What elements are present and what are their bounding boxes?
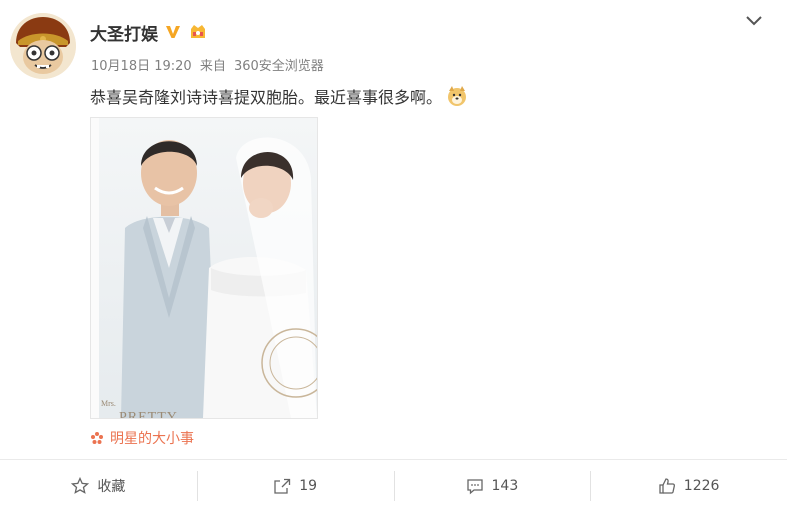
avatar-monkey-king-image: [10, 13, 76, 79]
author-name[interactable]: 大圣打娱: [90, 20, 158, 45]
avatar[interactable]: [10, 13, 76, 79]
repost-count: 19: [299, 478, 318, 494]
favorite-button[interactable]: 收藏: [0, 467, 197, 505]
more-options-button[interactable]: [743, 10, 765, 32]
like-button[interactable]: 1226: [590, 467, 787, 505]
post-image[interactable]: Mrs. PRETTY: [90, 117, 318, 419]
share-icon: [274, 478, 291, 494]
author-row: 大圣打娱: [90, 20, 208, 45]
comment-button[interactable]: 143: [393, 467, 591, 505]
topic-label: 明星的大小事: [110, 431, 194, 447]
comment-count: 143: [491, 478, 519, 494]
doge-emoji-icon: [446, 85, 468, 107]
photo-text-pretty: PRETTY: [119, 410, 178, 418]
comment-icon: [466, 479, 483, 495]
source-prefix: 来自: [199, 59, 226, 74]
vip-member-icon[interactable]: [188, 22, 208, 42]
favorite-label: 收藏: [97, 479, 126, 495]
action-bar: 收藏 19 143 1226: [0, 467, 787, 505]
photo-text-mrs: Mrs.: [101, 399, 116, 408]
post-meta: 10月18日 19:20 来自 360安全浏览器: [91, 55, 328, 74]
wedding-photo: Mrs. PRETTY: [91, 118, 317, 418]
post-text: 恭喜吴奇隆刘诗诗喜提双胞胎。最近喜事很多啊。: [90, 84, 468, 108]
star-icon: [71, 477, 90, 494]
thumbs-up-icon: [659, 478, 675, 494]
verified-v-icon[interactable]: [164, 23, 182, 41]
actions-divider: [0, 459, 787, 460]
chevron-down-icon: [746, 16, 762, 26]
post-source[interactable]: 360安全浏览器: [234, 59, 324, 74]
topic-link[interactable]: 明星的大小事: [90, 428, 194, 448]
repost-button[interactable]: 19: [196, 467, 394, 505]
like-count: 1226: [683, 478, 720, 494]
post-text-content: 恭喜吴奇隆刘诗诗喜提双胞胎。最近喜事很多啊。: [90, 88, 443, 107]
topic-flower-icon: [91, 432, 103, 444]
post-time[interactable]: 10月18日 19:20: [91, 59, 192, 74]
